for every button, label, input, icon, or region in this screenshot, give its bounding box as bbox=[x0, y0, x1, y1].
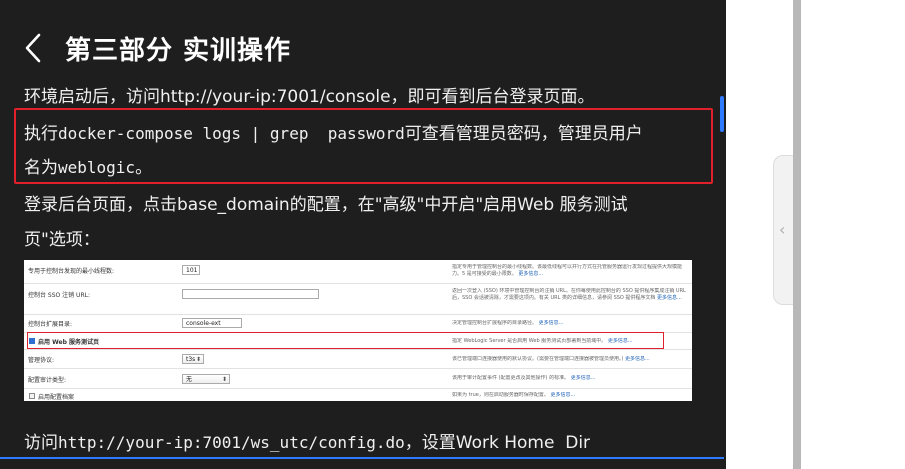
desc-text: 决定管理控制台扩展程序的目录路径。 bbox=[452, 320, 538, 326]
setting-row: 控制台 SSO 注销 URL: 返回一次登入 (SSO) 环境中管理控制台的注销… bbox=[24, 284, 692, 315]
code-span: http://your-ip:7001/ws_utc/config.do bbox=[58, 433, 405, 452]
setting-label: 专用于控制台发现的最小线程数: bbox=[28, 268, 115, 275]
scrollbar[interactable] bbox=[793, 0, 801, 469]
setting-input bbox=[182, 289, 319, 299]
progress-bar bbox=[0, 457, 724, 459]
more-info-link: 更多信息... bbox=[550, 392, 576, 398]
desc-text: 返回一次登入 (SSO) 环境中管理控制台的注销 URL。在你每使用此控制台的 … bbox=[452, 288, 686, 301]
setting-row: 配置审计类型: 无 该用于审计配置事件 (配置更改及其他操作) 的标准。 更多信… bbox=[24, 369, 692, 389]
checkbox-icon bbox=[29, 393, 35, 399]
highlight-box bbox=[14, 108, 713, 184]
page-title: 第三部分 实训操作 bbox=[65, 36, 292, 66]
setting-row: 专用于控制台发现的最小线程数: 101 指定专用于管理控制台的最小线程数。该最低… bbox=[24, 260, 692, 284]
desc-text: 指定专用于管理控制台的最小线程数。该最低线程可以并行方式在托管服务器运行发现过程… bbox=[452, 264, 683, 277]
desc-text: 该已管理端口连接器使用的默认协议。(需要在管理端口连接器被管理员使用。) bbox=[452, 356, 624, 362]
setting-select: t3s bbox=[182, 354, 204, 364]
more-info-link: 更多信息... bbox=[657, 295, 682, 301]
setting-desc: 该用于审计配置事件 (配置更改及其他操作) 的标准。 更多信息... bbox=[452, 375, 688, 382]
setting-row: 控制台扩展目录: console-ext 决定管理控制台扩展程序的目录路径。 更… bbox=[24, 315, 692, 333]
text-span: 访问 bbox=[24, 433, 58, 453]
article-panel: 第三部分 实训操作 环境启动后，访问http://your-ip:7001/co… bbox=[0, 0, 726, 469]
more-info-link: 更多信息... bbox=[538, 320, 564, 326]
setting-label: 控制台扩展目录: bbox=[28, 321, 73, 328]
paragraph-line-6: 访问http://your-ip:7001/ws_utc/config.do，设… bbox=[24, 428, 590, 453]
chevron-left-icon[interactable] bbox=[24, 33, 44, 63]
more-info-link: 更多信息... bbox=[518, 271, 544, 277]
desc-text: 如果为 true，则在启动服务器时保存配置。 bbox=[452, 392, 549, 398]
highlight-box bbox=[27, 332, 664, 349]
text-span: ，设置Work Home Dir bbox=[404, 433, 591, 453]
paragraph-line-5: 页"选项： bbox=[24, 230, 100, 250]
setting-desc: 指定专用于管理控制台的最小线程数。该最低线程可以并行方式在托管服务器运行发现过程… bbox=[452, 264, 688, 278]
more-info-link: 更多信息... bbox=[570, 375, 596, 381]
right-pane bbox=[726, 0, 905, 469]
more-info-link: 更多信息... bbox=[625, 356, 650, 362]
setting-desc: 如果为 true，则在启动服务器时保存配置。 更多信息... bbox=[452, 392, 688, 399]
paragraph-line-1: 环境启动后，访问http://your-ip:7001/console，即可看到… bbox=[24, 87, 595, 107]
setting-desc: 返回一次登入 (SSO) 环境中管理控制台的注销 URL。在你每使用此控制台的 … bbox=[452, 288, 688, 302]
header: 第三部分 实训操作 bbox=[0, 0, 726, 74]
setting-label: 配置审计类型: bbox=[28, 377, 67, 384]
setting-label: 管理协议: bbox=[28, 357, 55, 364]
chevron-left-icon: ‹ bbox=[779, 220, 786, 239]
setting-desc: 该已管理端口连接器使用的默认协议。(需要在管理端口连接器被管理员使用。) 更多信… bbox=[452, 356, 688, 363]
setting-select: 无 bbox=[182, 374, 230, 384]
setting-label: 启用配置档案 bbox=[38, 394, 75, 401]
setting-label: 控制台 SSO 注销 URL: bbox=[28, 292, 90, 299]
setting-input: 101 bbox=[182, 265, 200, 275]
setting-desc: 决定管理控制台扩展程序的目录路径。 更多信息... bbox=[452, 320, 688, 327]
setting-input: console-ext bbox=[182, 318, 242, 328]
collapse-tab[interactable]: ‹ bbox=[773, 155, 795, 305]
desc-text: 该用于审计配置事件 (配置更改及其他操作) 的标准。 bbox=[452, 375, 570, 381]
embedded-screenshot: 专用于控制台发现的最小线程数: 101 指定专用于管理控制台的最小线程数。该最低… bbox=[24, 260, 692, 401]
setting-row: 启用配置档案 如果为 true，则在启动服务器时保存配置。 更多信息... bbox=[24, 389, 692, 401]
setting-row: 管理协议: t3s 该已管理端口连接器使用的默认协议。(需要在管理端口连接器被管… bbox=[24, 350, 692, 369]
scrollbar-thumb[interactable] bbox=[720, 96, 724, 132]
paragraph-line-4: 登录后台页面，点击base_domain的配置，在"高级"中开启"启用Web 服… bbox=[24, 195, 628, 215]
